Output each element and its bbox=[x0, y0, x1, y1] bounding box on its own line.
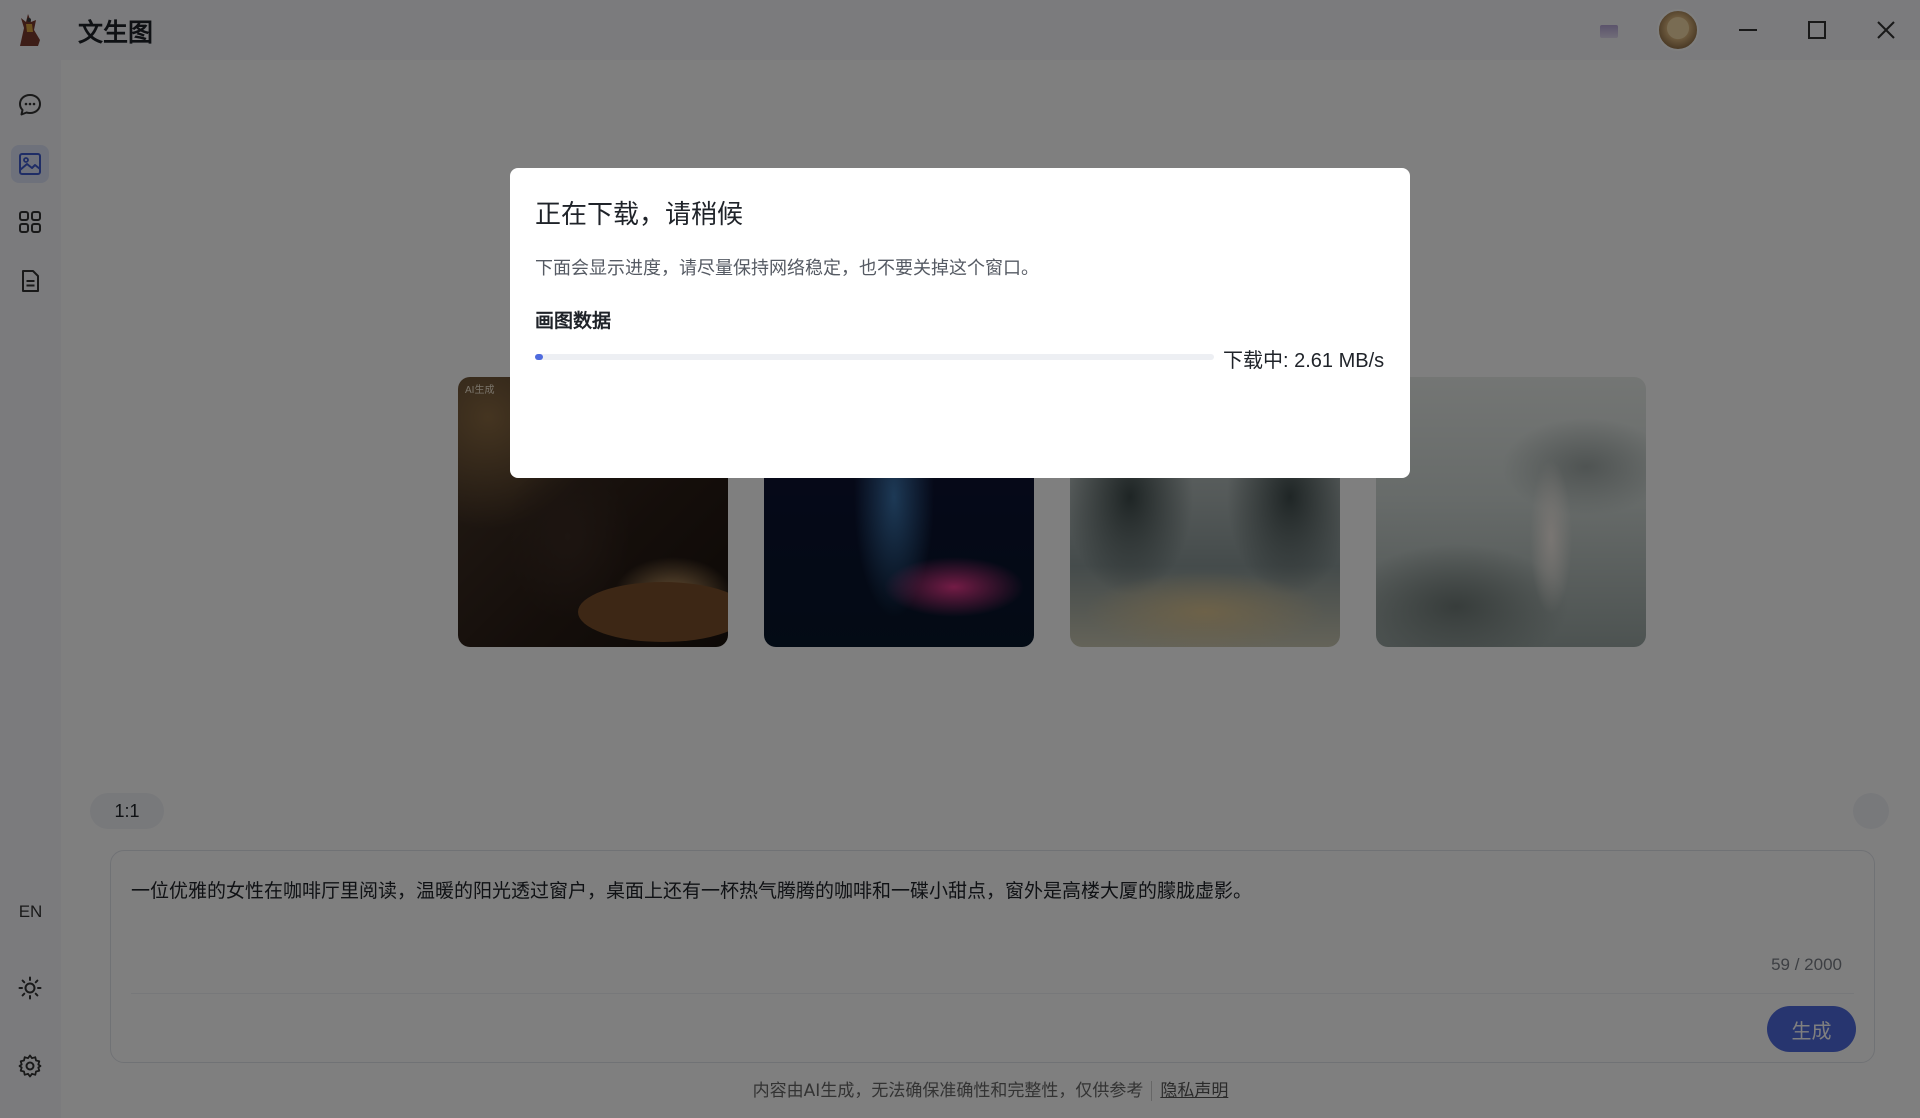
dialog-title: 正在下载，请稍候 bbox=[535, 200, 744, 230]
download-speed-status: 下载中: 2.61 MB/s bbox=[1223, 350, 1385, 372]
download-progress-bar bbox=[535, 354, 1214, 360]
download-dialog: 正在下载，请稍候 下面会显示进度，请尽量保持网络稳定，也不要关掉这个窗口。 画图… bbox=[510, 168, 1410, 478]
dialog-description: 下面会显示进度，请尽量保持网络稳定，也不要关掉这个窗口。 bbox=[535, 258, 1039, 279]
download-item-label: 画图数据 bbox=[535, 310, 612, 332]
download-progress-fill bbox=[535, 354, 544, 360]
